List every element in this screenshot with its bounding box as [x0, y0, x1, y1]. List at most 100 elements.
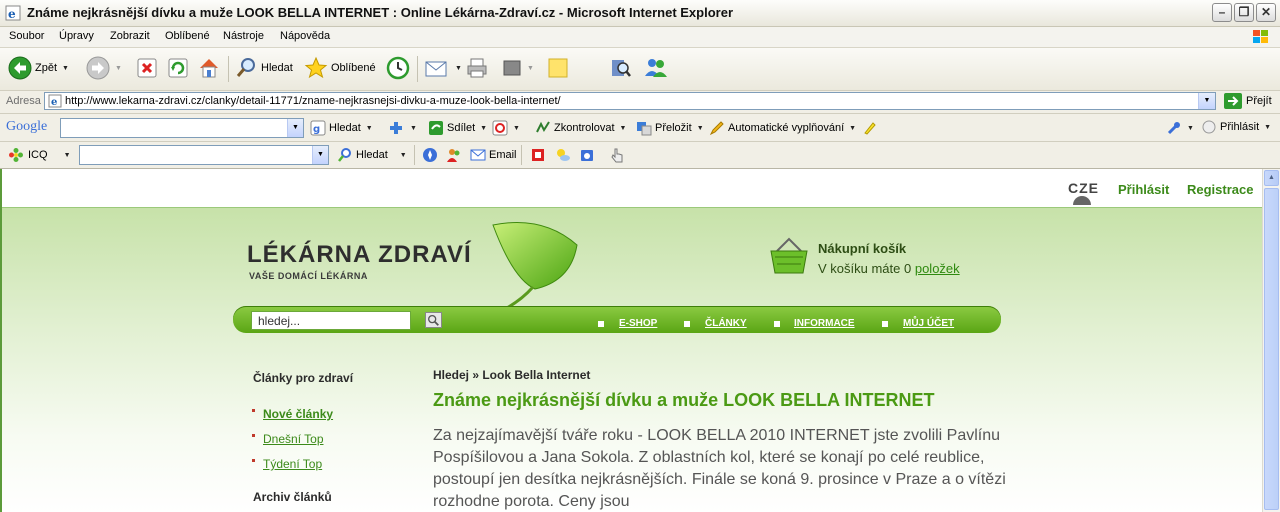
forward-button[interactable]: ▼: [86, 55, 122, 81]
google-settings-dropdown-icon[interactable]: ▼: [1187, 125, 1194, 132]
google-autofill-button[interactable]: Automatické vyplňování ▼: [709, 120, 856, 136]
forward-arrow-icon: [86, 56, 110, 80]
google-settings-button[interactable]: ▼: [1166, 120, 1194, 136]
close-button[interactable]: ✕: [1256, 3, 1276, 22]
site-logo[interactable]: LÉKÁRNA ZDRAVÍ: [247, 241, 472, 269]
nav-my-account[interactable]: MŮJ ÚČET: [903, 318, 954, 329]
google-translate-dropdown-icon[interactable]: ▼: [697, 125, 704, 132]
site-search-input[interactable]: hledej...: [251, 311, 411, 330]
google-spellcheck-dropdown-icon[interactable]: ▼: [620, 125, 627, 132]
messenger-button[interactable]: [643, 55, 669, 81]
google-translate-button[interactable]: Přeložit ▼: [636, 120, 704, 136]
site-tagline: VAŠE DOMÁCÍ LÉKÁRNA: [249, 271, 368, 281]
icq-search-dropdown-icon[interactable]: ▼: [312, 146, 328, 164]
icq-flower-icon: [9, 148, 23, 162]
icq-tools-button[interactable]: [609, 147, 625, 163]
google-search-dropdown-arrow-icon[interactable]: ▼: [366, 125, 373, 132]
minimize-button[interactable]: –: [1212, 3, 1232, 22]
google-search-dropdown-icon[interactable]: ▼: [287, 119, 303, 137]
back-dropdown-icon[interactable]: ▼: [62, 65, 69, 72]
nav-eshop[interactable]: E-SHOP: [619, 318, 657, 329]
address-dropdown-icon[interactable]: ▼: [1198, 93, 1215, 109]
note-icon: [548, 58, 568, 78]
print-button[interactable]: [465, 55, 489, 81]
mail-dropdown-icon[interactable]: ▼: [455, 65, 462, 72]
menu-edit[interactable]: Úpravy: [59, 30, 94, 42]
icq-news-button[interactable]: [530, 147, 546, 163]
menu-favorites[interactable]: Oblíbené: [165, 30, 210, 42]
register-link[interactable]: Registrace: [1187, 182, 1253, 197]
login-link[interactable]: Přihlásit: [1118, 182, 1169, 197]
edit-icon: [503, 60, 521, 76]
menu-help[interactable]: Nápověda: [280, 30, 330, 42]
back-button[interactable]: Zpět ▼: [8, 55, 69, 81]
home-button[interactable]: [197, 55, 221, 81]
icq-dropdown-icon[interactable]: ▼: [64, 152, 71, 159]
google-search-input[interactable]: ▼: [60, 118, 304, 138]
google-share-dropdown-icon[interactable]: ▼: [480, 125, 487, 132]
cart-items-link[interactable]: položek: [915, 261, 960, 276]
refresh-button[interactable]: [167, 55, 189, 81]
translate-icon: [637, 122, 652, 136]
address-input[interactable]: e http://www.lekarna-zdravi.cz/clanky/de…: [44, 92, 1216, 110]
sidebar-link-week-top[interactable]: Týdení Top: [263, 457, 322, 471]
svg-text:e: e: [8, 7, 16, 21]
google-signin-dropdown-icon[interactable]: ▼: [1264, 124, 1271, 131]
edit-button[interactable]: ▼: [502, 55, 534, 81]
stop-button[interactable]: [136, 55, 158, 81]
restore-button[interactable]: ❐: [1234, 3, 1254, 22]
icq-weather-button[interactable]: [555, 147, 571, 163]
nav-information[interactable]: INFORMACE: [794, 318, 855, 329]
discuss-button[interactable]: [546, 55, 570, 81]
favorites-button[interactable]: Oblíbené: [304, 55, 376, 81]
google-add-button[interactable]: ▼: [387, 120, 417, 136]
icq-search-dropdown-arrow-icon[interactable]: ▼: [400, 152, 407, 159]
popup-blocker-icon: [492, 120, 508, 136]
shopping-basket-icon[interactable]: [769, 237, 809, 277]
breadcrumb: Hledej » Look Bella Internet: [433, 368, 591, 382]
scroll-thumb[interactable]: [1264, 188, 1279, 510]
scroll-up-icon[interactable]: ▲: [1264, 170, 1279, 186]
language-indicator: [1073, 196, 1091, 205]
research-button[interactable]: [608, 55, 632, 81]
site-search-button[interactable]: [425, 312, 442, 328]
icq-search-input[interactable]: ▼: [79, 145, 329, 165]
language-selector[interactable]: CZE: [1068, 180, 1099, 196]
standard-toolbar: Zpět ▼ ▼ Hledat Oblíbené ▼ ▼: [0, 48, 1280, 91]
google-signin-button[interactable]: Přihlásit ▼: [1202, 120, 1271, 134]
refresh-icon: [168, 58, 188, 78]
site-top-strip: CZE Přihlásit Registrace: [2, 169, 1262, 207]
google-spellcheck-button[interactable]: Zkontrolovat ▼: [535, 120, 626, 136]
cart-title: Nákupní košík: [818, 241, 907, 256]
sidebar-link-today-top[interactable]: Dnešní Top: [263, 432, 324, 446]
go-button[interactable]: Přejít: [1224, 93, 1272, 109]
title-bar: e Známe nejkrásnější dívku a muže LOOK B…: [0, 0, 1280, 27]
icq-people-button[interactable]: [446, 147, 462, 163]
search-button[interactable]: Hledat: [234, 55, 293, 81]
mail-button[interactable]: ▼: [424, 55, 462, 81]
google-share-button[interactable]: Sdílet ▼: [428, 120, 487, 136]
icq-button[interactable]: ICQ ▼: [8, 147, 71, 163]
google-search-button[interactable]: g Hledat ▼: [310, 120, 373, 136]
autofill-pencil-icon: [709, 121, 724, 136]
menu-file[interactable]: Soubor: [9, 30, 44, 42]
menu-view[interactable]: Zobrazit: [110, 30, 150, 42]
forward-dropdown-icon[interactable]: ▼: [115, 65, 122, 72]
google-highlight-button[interactable]: [862, 120, 878, 136]
icq-radio-button[interactable]: [579, 147, 595, 163]
google-popup-dropdown-icon[interactable]: ▼: [513, 125, 520, 132]
research-icon: [612, 60, 631, 77]
menu-tools[interactable]: Nástroje: [223, 30, 264, 42]
nav-articles[interactable]: ČLÁNKY: [705, 318, 747, 329]
vertical-scrollbar[interactable]: ▲: [1262, 169, 1280, 512]
icq-browser-button[interactable]: [422, 147, 438, 163]
icq-email-button[interactable]: Email: [470, 147, 517, 163]
icq-search-button[interactable]: Hledat ▼: [337, 147, 407, 163]
edit-dropdown-icon[interactable]: ▼: [527, 65, 534, 72]
sidebar-link-new-articles[interactable]: Nové články: [263, 407, 333, 421]
address-label: Adresa: [6, 95, 41, 107]
google-autofill-dropdown-icon[interactable]: ▼: [849, 125, 856, 132]
google-add-dropdown-icon[interactable]: ▼: [410, 125, 417, 132]
google-popup-button[interactable]: ▼: [492, 120, 520, 136]
history-button[interactable]: [386, 55, 410, 81]
